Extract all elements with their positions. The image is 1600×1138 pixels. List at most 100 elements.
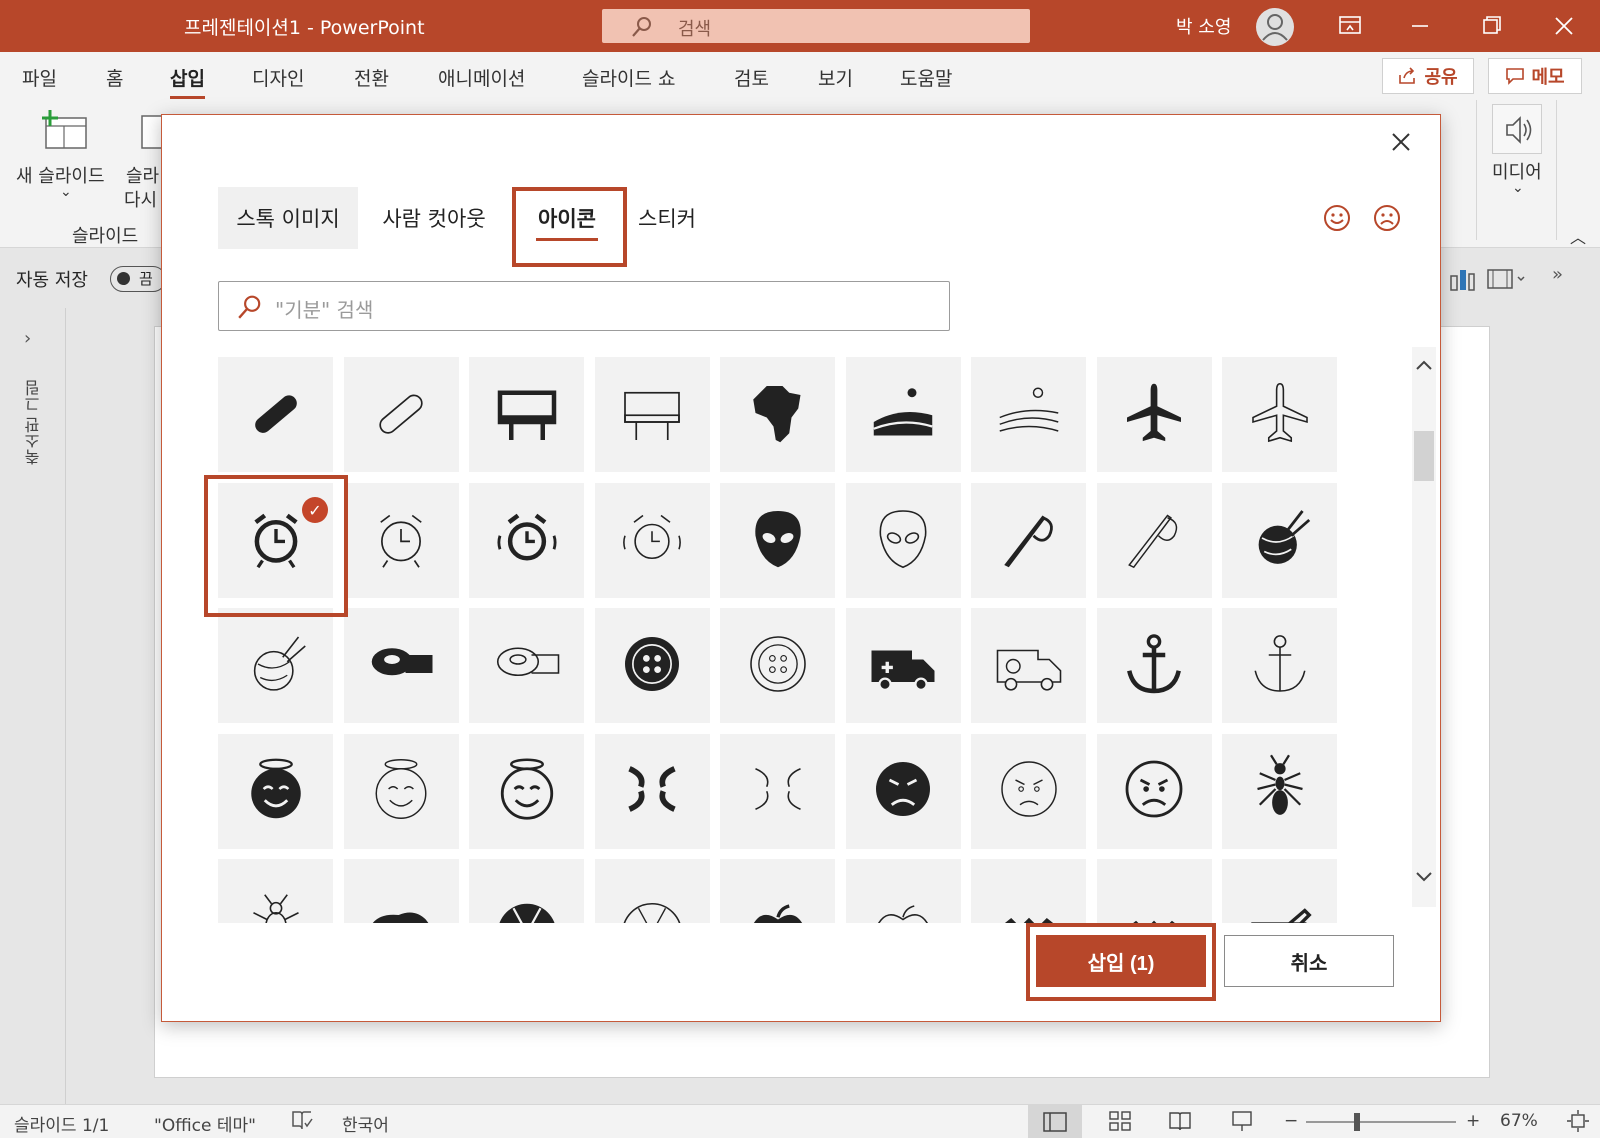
icon-tile[interactable] [971,357,1086,472]
icon-tile[interactable] [594,357,710,472]
icon-tile[interactable] [1096,357,1212,472]
tab-home[interactable]: 홈 [106,64,123,91]
close-window-icon[interactable] [1542,8,1586,44]
close-icon[interactable] [1386,127,1416,157]
icon-tile[interactable] [594,608,710,723]
zoom-in-icon[interactable]: + [1466,1111,1480,1131]
grid-scrollbar[interactable] [1412,347,1436,907]
scrollbar-thumb[interactable] [1414,431,1434,481]
reuse-slides-label[interactable]: 슬라 [126,162,159,188]
video-icon[interactable] [1486,266,1528,296]
zoom-slider-thumb[interactable] [1354,1113,1360,1131]
icon-tile[interactable] [1096,733,1212,849]
icon-tile[interactable] [720,357,835,472]
icon-search-input[interactable]: "기분" 검색 [218,281,950,331]
frown-feedback-icon[interactable] [1372,203,1402,233]
thumbnail-pane-label[interactable]: 축소판 그림 [22,380,46,465]
icon-tile[interactable] [1096,608,1212,723]
tab-design[interactable]: 디자인 [252,64,304,91]
ribbon-display-icon[interactable] [1328,8,1372,44]
icon-tile[interactable] [845,482,961,598]
icon-tile[interactable] [469,859,584,923]
smile-feedback-icon[interactable] [1322,203,1352,233]
expand-pane-icon[interactable]: › [24,328,31,349]
accessibility-icon[interactable] [290,1109,314,1136]
icon-tile[interactable] [720,608,835,723]
icon-tile[interactable] [845,357,961,472]
tab-insert[interactable]: 삽입 [170,64,205,99]
audio-icon[interactable] [1492,104,1542,154]
icon-tile[interactable] [469,357,584,472]
tab-stickers[interactable]: 스티커 [632,187,702,249]
tab-animations[interactable]: 애니메이션 [438,64,525,91]
scroll-up-icon[interactable] [1414,355,1434,375]
tab-slideshow[interactable]: 슬라이드 쇼 [582,64,675,91]
reading-view-icon[interactable] [1168,1109,1192,1138]
restore-icon[interactable] [1470,8,1514,44]
icon-tile[interactable] [720,733,835,849]
language[interactable]: 한국어 [342,1111,389,1136]
media-chevron-icon[interactable]: ⌄ [1512,180,1524,196]
icon-tile[interactable] [343,608,459,723]
chevron-down-icon[interactable]: ⌄ [60,184,72,200]
insert-button[interactable]: 삽입 (1) [1036,935,1206,987]
normal-view-button[interactable] [1028,1105,1082,1138]
tab-stock-images[interactable]: 스톡 이미지 [218,187,358,249]
icon-tile[interactable] [218,733,333,849]
icon-tile[interactable] [469,482,584,598]
icon-tile[interactable] [1096,859,1212,923]
reuse-slides-label-2[interactable]: 다시 [124,186,157,212]
zoom-out-icon[interactable]: − [1284,1111,1298,1131]
fit-to-window-icon[interactable] [1566,1109,1590,1138]
memo-button[interactable]: 메모 [1488,58,1582,94]
icon-tile[interactable] [845,733,961,849]
icon-tile[interactable] [971,859,1086,923]
icon-tile[interactable] [845,859,961,923]
tab-view[interactable]: 보기 [818,64,853,91]
cancel-button[interactable]: 취소 [1224,935,1394,987]
tab-review[interactable]: 검토 [734,64,769,91]
icon-tile[interactable] [594,859,710,923]
icon-tile[interactable] [971,482,1086,598]
icon-tile[interactable] [1222,357,1337,472]
new-slide-icon[interactable] [40,110,90,156]
title-search-box[interactable]: 검색 [602,9,1030,43]
icon-tile[interactable] [343,357,459,472]
icon-tile[interactable] [218,859,333,923]
icon-tile[interactable] [594,482,710,598]
icon-tile[interactable] [343,733,459,849]
chart-icon[interactable] [1448,266,1476,296]
more-commands-icon[interactable]: » [1552,264,1563,285]
minimize-icon[interactable] [1398,8,1442,44]
icon-tile[interactable] [218,357,333,472]
icon-tile[interactable] [218,608,333,723]
tab-file[interactable]: 파일 [22,64,57,91]
icon-tile[interactable] [343,482,459,598]
slideshow-icon[interactable] [1230,1109,1254,1138]
icon-tile[interactable] [971,733,1086,849]
tab-transitions[interactable]: 전환 [354,64,389,91]
icon-tile[interactable] [343,859,459,923]
user-name[interactable]: 박 소영 [1176,13,1231,39]
share-button[interactable]: 공유 [1382,58,1474,94]
icon-tile[interactable] [1096,482,1212,598]
icon-tile[interactable] [845,608,961,723]
collapse-ribbon-icon[interactable]: ︿ [1570,224,1586,248]
tab-cutout-people[interactable]: 사람 컷아웃 [374,187,494,249]
scroll-down-icon[interactable] [1414,867,1434,887]
avatar[interactable] [1256,8,1294,46]
icon-tile[interactable] [720,859,835,923]
zoom-level[interactable]: 67% [1500,1111,1538,1131]
icon-tile[interactable] [1222,859,1337,923]
icon-tile[interactable] [1222,608,1337,723]
icon-tile[interactable] [469,608,584,723]
tab-help[interactable]: 도움말 [900,64,952,91]
icon-tile[interactable] [720,482,835,598]
autosave-toggle[interactable]: 끔 [110,266,166,292]
icon-tile[interactable] [1222,482,1337,598]
icon-tile[interactable] [971,608,1086,723]
slide-sorter-icon[interactable] [1108,1109,1132,1138]
icon-tile[interactable] [594,733,710,849]
icon-tile[interactable] [1222,733,1337,849]
zoom-slider[interactable] [1306,1113,1456,1131]
